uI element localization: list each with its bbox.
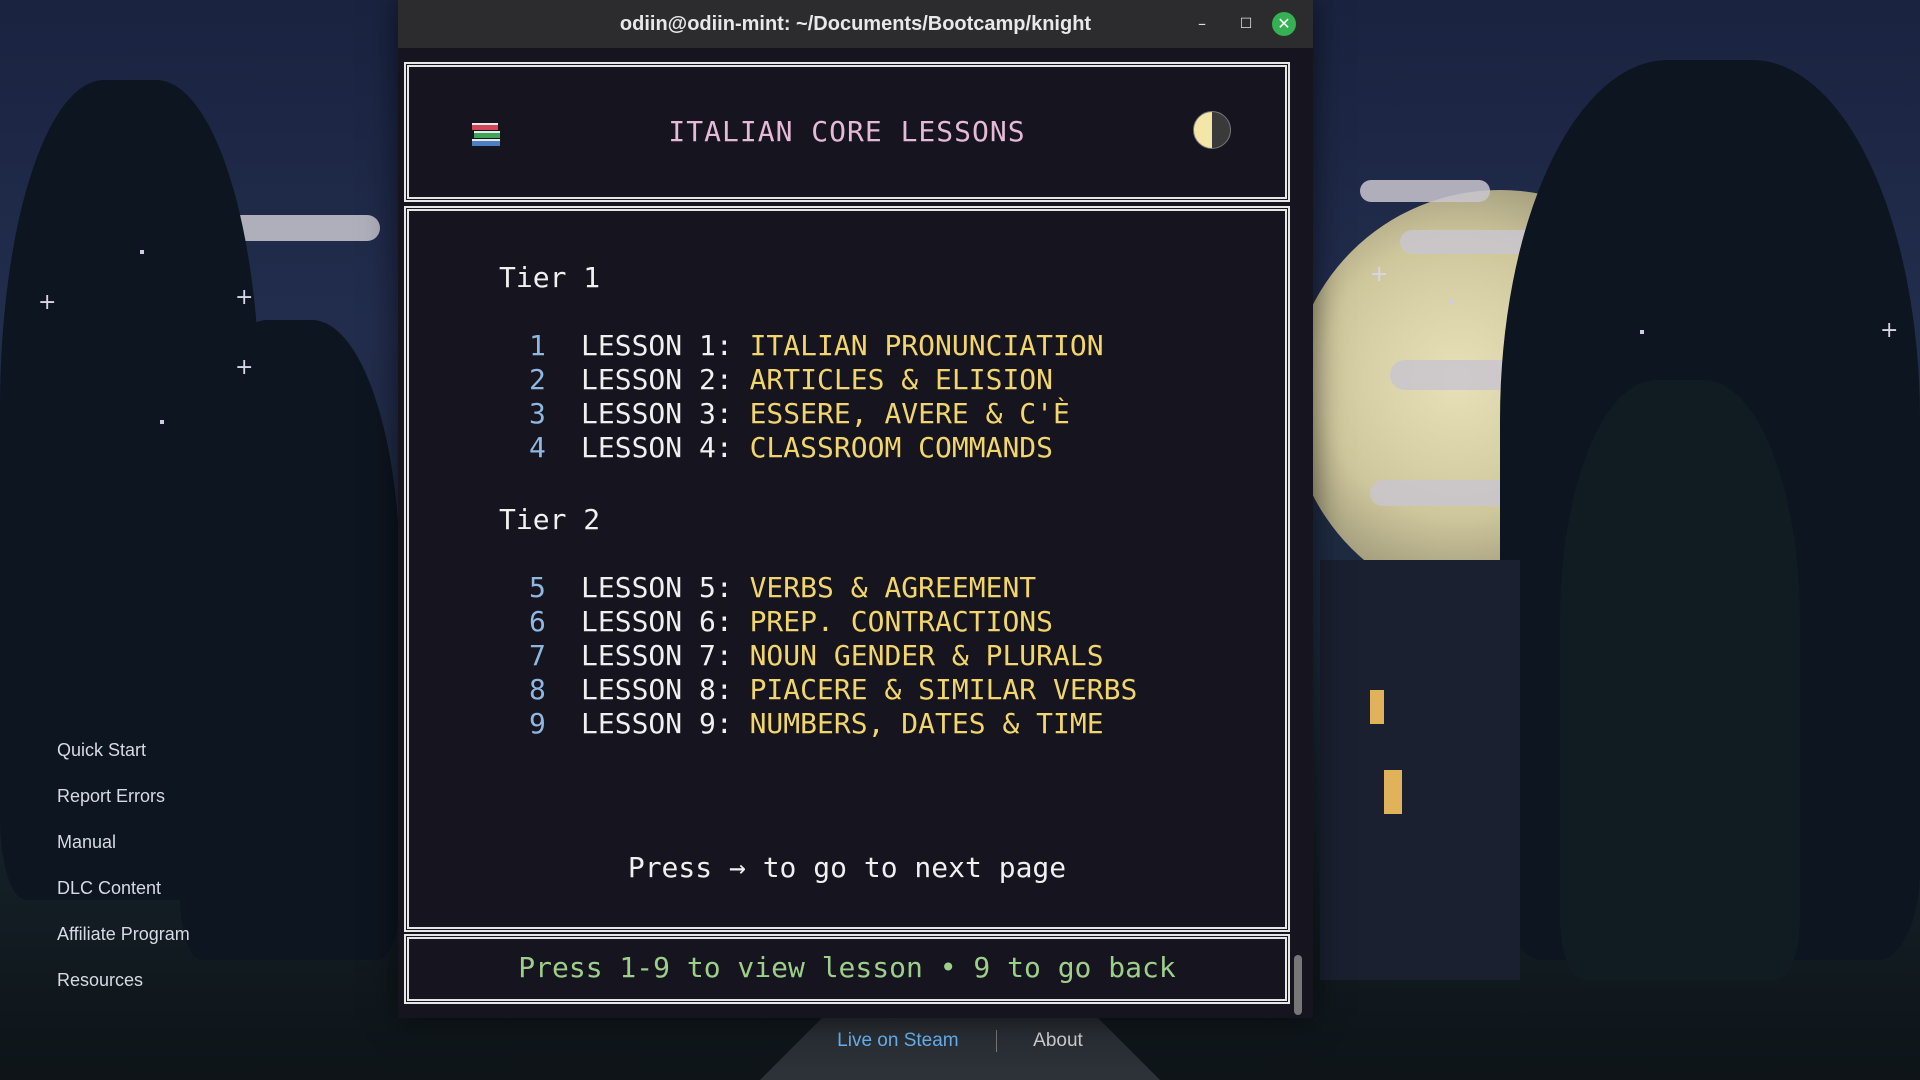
title-bar[interactable]: odiin@odiin-mint: ~/Documents/Bootcamp/k… — [398, 0, 1313, 48]
lesson-item-9[interactable]: 9 LESSON 9: NUMBERS, DATES & TIME — [529, 707, 1104, 740]
lesson-name: PREP. CONTRACTIONS — [749, 605, 1054, 638]
lesson-item-2[interactable]: 2 LESSON 2: ARTICLES & ELISION — [529, 363, 1053, 396]
lesson-item-5[interactable]: 5 LESSON 5: VERBS & AGREEMENT — [529, 571, 1036, 604]
lesson-name: ARTICLES & ELISION — [749, 363, 1054, 396]
lesson-item-7[interactable]: 7 LESSON 7: NOUN GENDER & PLURALS — [529, 639, 1104, 672]
lessons-box: Tier 1 1 LESSON 1: ITALIAN PRONUNCIATION … — [404, 206, 1290, 932]
house-decoration — [1320, 560, 1520, 980]
star-dot — [140, 250, 144, 254]
next-page-hint: Press → to go to next page — [627, 851, 1067, 884]
lesson-number: 1 — [529, 329, 546, 362]
lesson-name: PIACERE & SIMILAR VERBS — [749, 673, 1138, 706]
maximize-button[interactable]: ☐ — [1234, 12, 1258, 36]
lesson-number: 3 — [529, 397, 546, 430]
lesson-name: ITALIAN PRONUNCIATION — [749, 329, 1104, 362]
header-title: ITALIAN CORE LESSONS — [668, 115, 1026, 148]
star-decoration: + — [235, 285, 254, 310]
lesson-label: LESSON 2: — [581, 363, 733, 396]
tree-decoration — [1560, 380, 1800, 980]
lesson-name: NUMBERS, DATES & TIME — [749, 707, 1104, 740]
link-resources[interactable]: Resources — [57, 968, 190, 1014]
cloud-decoration — [1370, 480, 1520, 506]
footer-hint: Press 1-9 to view lesson • 9 to go back — [518, 951, 1176, 984]
moon-decoration — [1290, 190, 1710, 610]
lesson-label: LESSON 9: — [581, 707, 733, 740]
link-dlc-content[interactable]: DLC Content — [57, 876, 190, 922]
cloud-decoration — [220, 215, 380, 241]
lesson-name: VERBS & AGREEMENT — [749, 571, 1037, 604]
tree-decoration — [180, 320, 400, 960]
half-moon-icon[interactable] — [1193, 111, 1231, 149]
cloud-decoration — [1400, 230, 1560, 254]
star-decoration: + — [38, 290, 57, 315]
lesson-number: 9 — [529, 707, 546, 740]
link-quick-start[interactable]: Quick Start — [57, 738, 190, 784]
side-links: Quick Start Report Errors Manual DLC Con… — [57, 738, 190, 1014]
close-button[interactable]: ✕ — [1272, 12, 1296, 36]
house-window — [1384, 770, 1402, 814]
lesson-name: ESSERE, AVERE & C'È — [749, 397, 1070, 430]
lesson-item-4[interactable]: 4 LESSON 4: CLASSROOM COMMANDS — [529, 431, 1053, 464]
lesson-item-8[interactable]: 8 LESSON 8: PIACERE & SIMILAR VERBS — [529, 673, 1137, 706]
lesson-label: LESSON 7: — [581, 639, 733, 672]
tier-heading: Tier 2 — [499, 503, 601, 536]
about-link[interactable]: About — [1033, 1030, 1083, 1051]
minimize-button[interactable]: – — [1190, 12, 1214, 36]
lesson-number: 4 — [529, 431, 546, 464]
lesson-name: CLASSROOM COMMANDS — [749, 431, 1054, 464]
star-dot — [1640, 330, 1644, 334]
lesson-label: LESSON 1: — [581, 329, 733, 362]
tier-heading: Tier 1 — [499, 261, 601, 294]
star-dot — [160, 420, 164, 424]
lesson-name: NOUN GENDER & PLURALS — [749, 639, 1104, 672]
star-dot — [1450, 300, 1454, 304]
footer-box: Press 1-9 to view lesson • 9 to go back — [404, 934, 1290, 1004]
lesson-item-3[interactable]: 3 LESSON 3: ESSERE, AVERE & C'È — [529, 397, 1070, 430]
lesson-number: 8 — [529, 673, 546, 706]
lesson-number: 7 — [529, 639, 546, 672]
lesson-item-1[interactable]: 1 LESSON 1: ITALIAN PRONUNCIATION — [529, 329, 1104, 362]
terminal-window: odiin@odiin-mint: ~/Documents/Bootcamp/k… — [398, 0, 1313, 1018]
star-decoration: + — [235, 355, 254, 380]
link-manual[interactable]: Manual — [57, 830, 190, 876]
tree-decoration — [1500, 60, 1920, 960]
bottom-bar: Live on Steam About — [0, 1030, 1920, 1052]
lesson-label: LESSON 5: — [581, 571, 733, 604]
lesson-label: LESSON 8: — [581, 673, 733, 706]
terminal-content: ITALIAN CORE LESSONS Tier 1 1 LESSON 1: I… — [404, 54, 1294, 1004]
lesson-number: 2 — [529, 363, 546, 396]
link-affiliate-program[interactable]: Affiliate Program — [57, 922, 190, 968]
lesson-label: LESSON 3: — [581, 397, 733, 430]
lesson-number: 6 — [529, 605, 546, 638]
scrollbar[interactable] — [1294, 955, 1302, 1015]
header-box: ITALIAN CORE LESSONS — [404, 62, 1290, 202]
star-decoration: + — [1880, 318, 1899, 343]
star-decoration: + — [1370, 262, 1389, 287]
lesson-label: LESSON 6: — [581, 605, 733, 638]
link-report-errors[interactable]: Report Errors — [57, 784, 190, 830]
house-window — [1370, 690, 1384, 724]
divider — [995, 1030, 997, 1052]
cloud-decoration — [1390, 360, 1580, 390]
window-title: odiin@odiin-mint: ~/Documents/Bootcamp/k… — [619, 13, 1092, 35]
lesson-item-6[interactable]: 6 LESSON 6: PREP. CONTRACTIONS — [529, 605, 1053, 638]
cloud-decoration — [1360, 180, 1490, 202]
lesson-number: 5 — [529, 571, 546, 604]
live-on-steam-link[interactable]: Live on Steam — [837, 1030, 958, 1051]
lesson-label: LESSON 4: — [581, 431, 733, 464]
